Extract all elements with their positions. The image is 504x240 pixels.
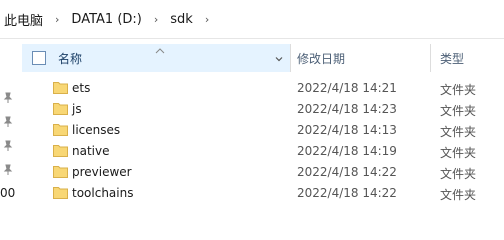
- pin-icon[interactable]: [2, 140, 14, 152]
- column-header-date[interactable]: 修改日期: [291, 44, 431, 72]
- folder-icon: [53, 81, 68, 94]
- file-row[interactable]: native 2022/4/18 14:19 文件夹: [22, 141, 504, 162]
- file-name: native: [72, 144, 110, 158]
- chevron-down-icon[interactable]: [274, 53, 284, 63]
- file-row[interactable]: ets 2022/4/18 14:21 文件夹: [22, 78, 504, 99]
- column-header-type[interactable]: 类型: [432, 44, 504, 72]
- file-name: ets: [72, 81, 91, 95]
- file-type: 文件夹: [440, 146, 477, 160]
- file-date: 2022/4/18 14:13: [297, 123, 397, 137]
- file-type: 文件夹: [440, 188, 477, 202]
- pin-icon[interactable]: [2, 164, 14, 176]
- breadcrumb: 此电脑 › DATA1 (D:) › sdk ›: [0, 0, 504, 39]
- folder-icon: [53, 165, 68, 178]
- file-type: 文件夹: [440, 104, 477, 118]
- file-date: 2022/4/18 14:21: [297, 81, 397, 95]
- file-date: 2022/4/18 14:22: [297, 186, 397, 200]
- pin-icon[interactable]: [2, 92, 14, 104]
- file-row[interactable]: toolchains 2022/4/18 14:22 文件夹: [22, 183, 504, 204]
- file-type: 文件夹: [440, 83, 477, 97]
- sort-arrow-icon: [155, 43, 165, 54]
- column-header-name[interactable]: 名称: [22, 44, 291, 72]
- file-name: js: [72, 102, 82, 116]
- breadcrumb-item-this-pc[interactable]: 此电脑: [0, 10, 45, 29]
- column-type-label: 类型: [440, 51, 465, 66]
- file-type: 文件夹: [440, 167, 477, 181]
- breadcrumb-item-sdk[interactable]: sdk: [168, 12, 195, 27]
- file-name: toolchains: [72, 186, 134, 200]
- folder-icon: [53, 123, 68, 136]
- file-name: licenses: [72, 123, 121, 137]
- navigation-pane: 00: [0, 40, 22, 216]
- file-name: previewer: [72, 165, 132, 179]
- select-all-checkbox[interactable]: [32, 51, 46, 65]
- breadcrumb-item-drive[interactable]: DATA1 (D:): [69, 12, 143, 27]
- column-header: 名称 修改日期 类型: [22, 44, 504, 72]
- file-date: 2022/4/18 14:19: [297, 144, 397, 158]
- pin-icon[interactable]: [2, 116, 14, 128]
- column-date-label: 修改日期: [297, 51, 346, 66]
- file-date: 2022/4/18 14:23: [297, 102, 397, 116]
- folder-icon: [53, 186, 68, 199]
- breadcrumb-separator-icon[interactable]: ›: [195, 13, 219, 26]
- breadcrumb-separator-icon[interactable]: ›: [144, 13, 168, 26]
- folder-icon: [53, 102, 68, 115]
- file-type: 文件夹: [440, 125, 477, 139]
- file-row[interactable]: licenses 2022/4/18 14:13 文件夹: [22, 120, 504, 141]
- column-name-label: 名称: [58, 51, 83, 66]
- file-date: 2022/4/18 14:22: [297, 165, 397, 179]
- folder-icon: [53, 144, 68, 157]
- nav-item-label[interactable]: 00: [0, 186, 15, 200]
- breadcrumb-separator-icon[interactable]: ›: [45, 13, 69, 26]
- file-row[interactable]: js 2022/4/18 14:23 文件夹: [22, 99, 504, 120]
- file-row[interactable]: previewer 2022/4/18 14:22 文件夹: [22, 162, 504, 183]
